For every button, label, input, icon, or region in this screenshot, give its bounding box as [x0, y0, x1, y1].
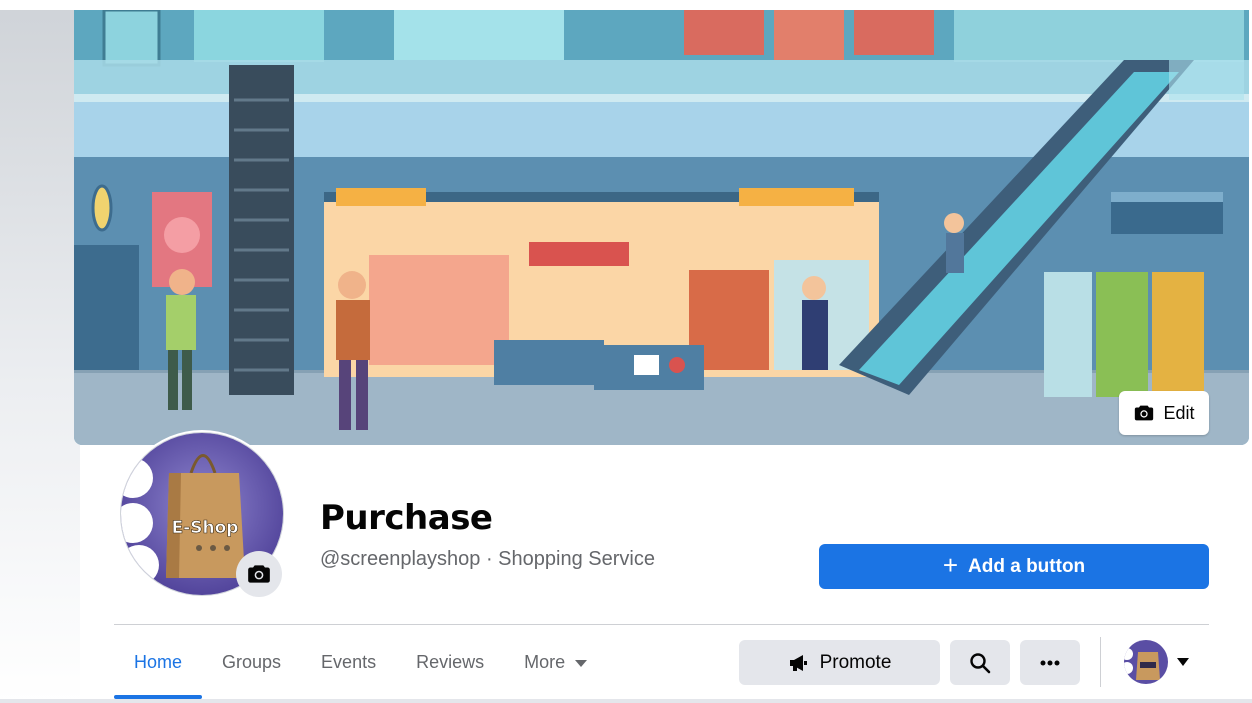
tab-more-label: More	[524, 651, 566, 672]
page-category[interactable]: Shopping Service	[498, 548, 655, 570]
tab-events[interactable]: Events	[301, 626, 396, 698]
shopping-bag-logo-small	[1124, 640, 1168, 684]
bottom-border	[0, 699, 1252, 703]
tab-reviews-label: Reviews	[416, 651, 485, 672]
chevron-down-icon	[575, 659, 588, 667]
logo-text: E-Shop	[172, 518, 239, 538]
tab-home[interactable]: Home	[114, 626, 203, 699]
search-icon	[970, 652, 991, 673]
top-strip	[0, 0, 1252, 10]
cover-illustration	[74, 10, 1249, 445]
megaphone-icon	[789, 654, 807, 671]
subtitle-separator: ·	[480, 548, 499, 570]
promote-button[interactable]: Promote	[739, 640, 940, 685]
tab-reviews[interactable]: Reviews	[396, 626, 504, 698]
tab-more[interactable]: More	[504, 626, 607, 698]
edit-cover-label: Edit	[1163, 402, 1195, 423]
camera-icon	[1135, 405, 1154, 421]
page-switcher-avatar[interactable]	[1124, 640, 1168, 684]
background-gradient	[0, 0, 80, 703]
page-title: Purchase	[320, 498, 493, 538]
camera-icon	[248, 565, 270, 583]
search-button[interactable]	[950, 640, 1010, 685]
page-handle[interactable]: @screenplayshop	[320, 548, 480, 570]
header-divider	[114, 624, 1209, 625]
more-options-button[interactable]	[1020, 640, 1080, 685]
update-profile-picture-button[interactable]	[236, 551, 282, 597]
edit-cover-button[interactable]: Edit	[1119, 391, 1209, 435]
add-button-label: Add a button	[968, 555, 1086, 577]
ellipsis-icon	[1040, 660, 1060, 665]
plus-icon: +	[942, 549, 959, 580]
page-tabs: Home Groups Events Reviews More	[114, 626, 607, 700]
tab-events-label: Events	[321, 651, 377, 672]
vertical-divider	[1100, 637, 1101, 687]
add-a-button[interactable]: + Add a button	[819, 544, 1209, 589]
promote-label: Promote	[819, 651, 892, 673]
chevron-down-icon[interactable]	[1177, 658, 1189, 666]
tab-groups-label: Groups	[222, 651, 282, 672]
page-subtitle: @screenplayshop · Shopping Service	[320, 548, 655, 571]
cover-photo: Edit	[74, 10, 1249, 445]
tab-home-label: Home	[134, 651, 183, 672]
tab-groups[interactable]: Groups	[202, 626, 301, 698]
